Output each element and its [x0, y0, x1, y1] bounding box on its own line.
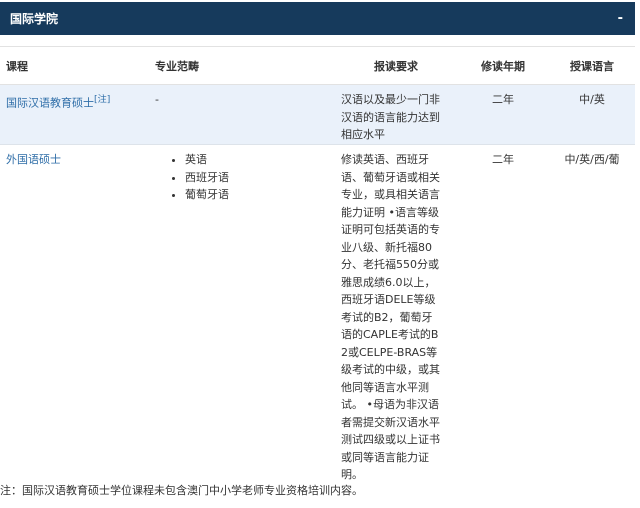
course-cell[interactable]: 外国语硕士: [0, 145, 150, 484]
years-cell: 二年: [492, 153, 514, 166]
header-requirement: 报读要求: [335, 46, 457, 85]
language-cell: 中/英/西/葡: [564, 153, 620, 166]
note-mark[interactable]: [注]: [94, 94, 110, 105]
table-row: 外国语硕士 英语 西班牙语 葡萄牙语 修读英语、西班牙语、葡萄牙语或相关专业，或…: [0, 145, 635, 484]
header-years: 修读年期: [457, 46, 549, 85]
course-link[interactable]: 国际汉语教育硕士: [6, 97, 94, 110]
requirement-cell: 修读英语、西班牙语、葡萄牙语或相关专业，或具相关语言能力证明 •语言等级证明可包…: [341, 153, 440, 481]
scope-item: 葡萄牙语: [185, 186, 335, 204]
table-row: 国际汉语教育硕士[注] - 汉语以及最少一门非汉语的语言能力达到相应水平 二年 …: [0, 84, 635, 145]
language-cell: 中/英: [549, 84, 635, 145]
section-title: 国际学院: [10, 12, 59, 26]
scope-cell: 英语 西班牙语 葡萄牙语: [150, 145, 335, 484]
section-header[interactable]: 国际学院 -: [0, 2, 635, 35]
scope-cell: -: [150, 84, 335, 145]
scope-item: 西班牙语: [185, 169, 335, 187]
table-header-row: 课程 专业范畴 报读要求 修读年期 授课语言: [0, 46, 635, 85]
course-link[interactable]: 外国语硕士: [6, 153, 61, 166]
footnote: 注：国际汉语教育硕士学位课程未包含澳门中小学老师专业资格培训内容。: [0, 484, 363, 497]
requirement-cell: 汉语以及最少一门非汉语的语言能力达到相应水平: [335, 84, 457, 145]
course-cell[interactable]: 国际汉语教育硕士[注]: [0, 84, 150, 145]
program-table-main: 课程 专业范畴 报读要求 修读年期 授课语言 国际汉语教育硕士[注] - 汉语以…: [0, 46, 635, 484]
scope-item: 英语: [185, 151, 335, 169]
header-course: 课程: [0, 46, 150, 85]
header-scope: 专业范畴: [150, 46, 335, 85]
years-cell: 二年: [457, 84, 549, 145]
collapse-toggle[interactable]: -: [618, 11, 623, 26]
header-language: 授课语言: [549, 46, 635, 85]
